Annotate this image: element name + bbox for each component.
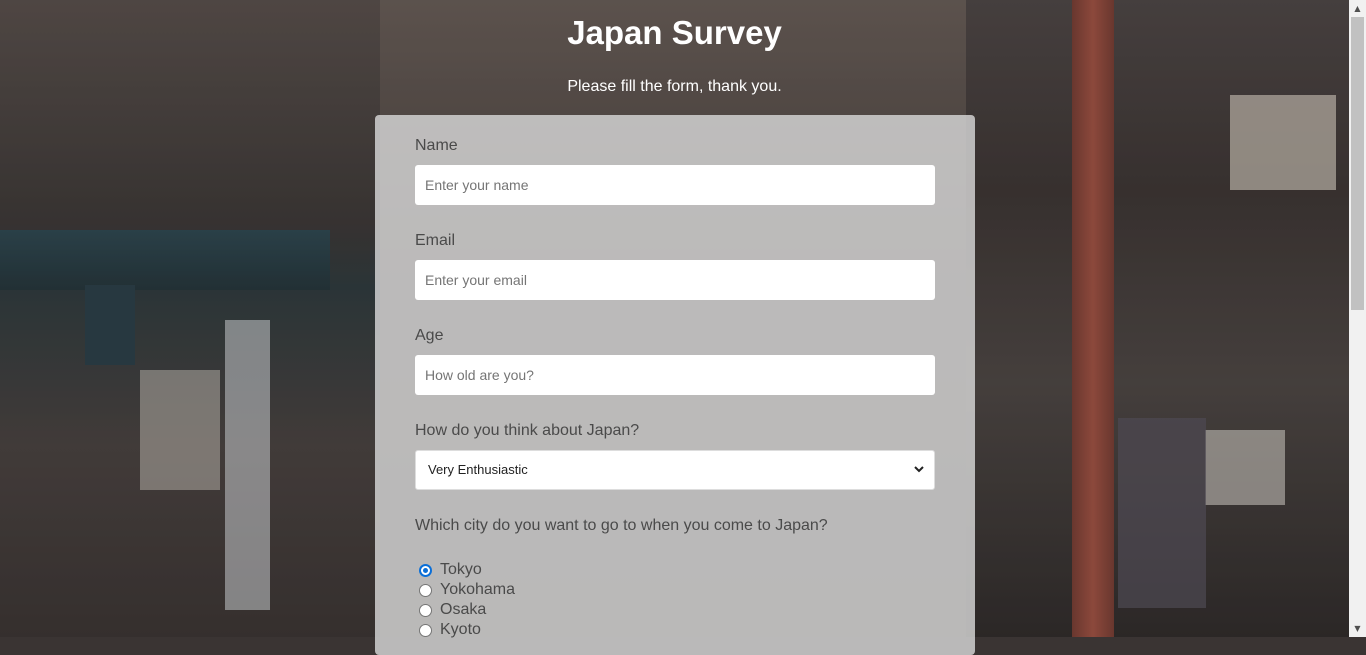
scrollbar-thumb[interactable] (1351, 17, 1364, 310)
name-label: Name (415, 137, 458, 154)
name-input[interactable] (415, 165, 935, 205)
city-option-tokyo[interactable]: Tokyo (419, 560, 482, 580)
radio-osaka[interactable] (419, 603, 432, 617)
radio-label-osaka: Osaka (440, 601, 487, 618)
page-scrollbar[interactable]: ▲ ▼ (1349, 0, 1366, 637)
chevron-down-icon (914, 466, 924, 473)
email-label: Email (415, 232, 456, 249)
opinion-label: How do you think about Japan? (415, 422, 640, 439)
email-input[interactable] (415, 260, 935, 300)
radio-yokohama[interactable] (419, 583, 432, 597)
page-title: Japan Survey (567, 14, 782, 51)
age-label: Age (415, 327, 444, 344)
opinion-selected-value: Very Enthusiastic (428, 462, 528, 477)
city-option-yokohama[interactable]: Yokohama (419, 580, 515, 600)
radio-kyoto[interactable] (419, 623, 432, 637)
survey-form: Name Email Age How do you think about Ja… (375, 115, 975, 655)
scroll-down-arrow-icon[interactable]: ▼ (1349, 620, 1366, 637)
age-input[interactable] (415, 355, 935, 395)
radio-label-yokohama: Yokohama (440, 581, 516, 598)
opinion-select[interactable]: Very Enthusiastic (415, 450, 935, 490)
page-subtitle: Please fill the form, thank you. (567, 78, 782, 95)
city-option-osaka[interactable]: Osaka (419, 600, 486, 620)
radio-label-tokyo: Tokyo (440, 561, 482, 578)
city-label: Which city do you want to go to when you… (415, 517, 828, 534)
city-option-kyoto[interactable]: Kyoto (419, 620, 481, 640)
radio-tokyo[interactable] (419, 563, 432, 577)
scroll-up-arrow-icon[interactable]: ▲ (1349, 0, 1366, 17)
radio-label-kyoto: Kyoto (440, 621, 481, 638)
